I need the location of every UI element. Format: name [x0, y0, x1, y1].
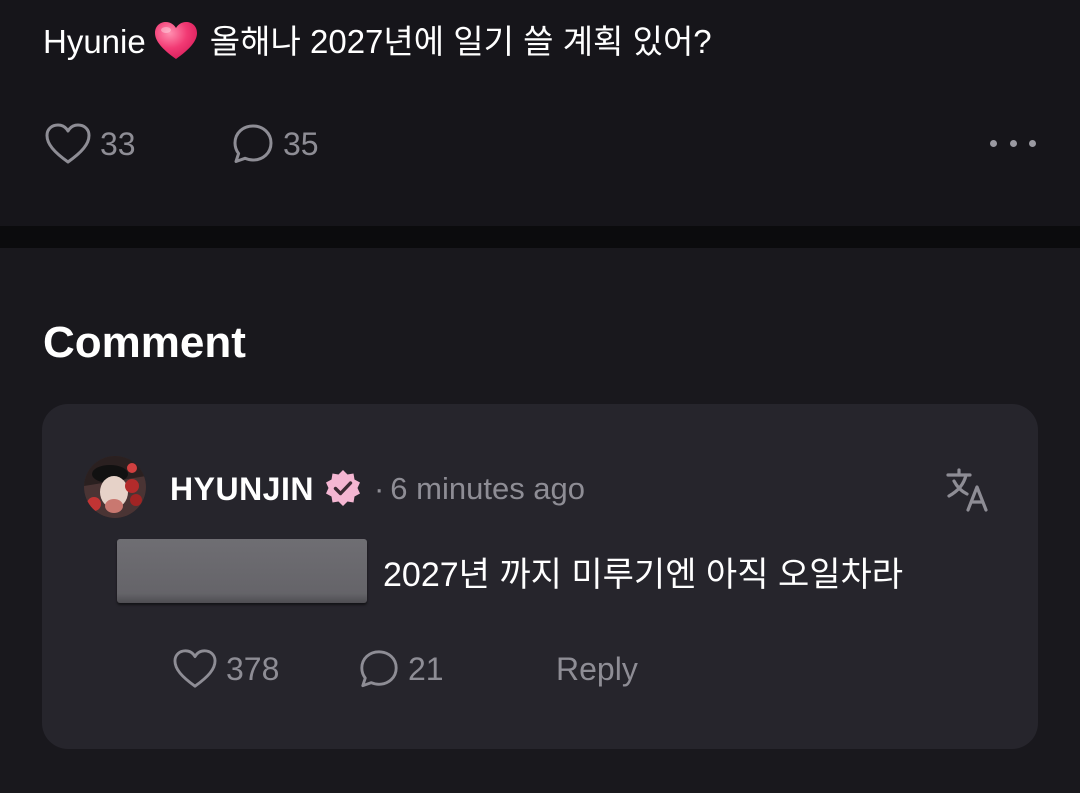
more-dots-icon [1029, 139, 1036, 147]
post-comment-count: 35 [283, 125, 319, 162]
comment-timestamp: 6 minutes ago [390, 471, 586, 506]
comment-like-count: 378 [226, 650, 280, 687]
post-actions: 33 35 [44, 118, 1036, 170]
comment-username[interactable]: HYUNJIN [170, 471, 314, 508]
comment-header: HYUNJIN · 6 minutes ago [170, 464, 585, 514]
verified-badge-icon [325, 470, 360, 506]
comment-body: 2027년 까지 미루기엔 아직 오일차라 [117, 538, 903, 604]
post: Hyunie 올해나 2027년에 일기 쓸 계획 있어? 33 35 [0, 0, 1080, 226]
comment-separator: · [373, 471, 385, 506]
more-dots-icon [990, 139, 997, 147]
post-text: Hyunie 올해나 2027년에 일기 쓸 계획 있어? [43, 18, 712, 74]
heart-emoji-icon [154, 21, 198, 74]
post-like-count: 33 [100, 125, 136, 162]
comment-section: Comment HYUNJIN · 6 minutes ago 2027년 까지… [0, 248, 1080, 793]
section-title: Comment [43, 318, 246, 367]
post-like-button[interactable]: 33 [44, 118, 136, 170]
post-body: 올해나 2027년에 일기 쓸 계획 있어? [209, 23, 712, 60]
comment-replies-button[interactable]: 21 [358, 644, 444, 694]
comment-actions: 378 21 Reply [172, 644, 692, 694]
heart-outline-icon [173, 649, 217, 688]
comment-text: 2027년 까지 미루기엔 아직 오일차라 [383, 555, 904, 594]
comment-like-button[interactable]: 378 [172, 644, 279, 694]
redacted-mention [117, 539, 367, 603]
post-author[interactable]: Hyunie [43, 23, 146, 60]
avatar[interactable] [84, 456, 146, 518]
speech-bubble-icon [360, 650, 398, 688]
comment-reply-count: 21 [408, 650, 444, 687]
translate-icon[interactable] [944, 466, 992, 514]
reply-button[interactable]: Reply [556, 644, 638, 694]
speech-bubble-icon [233, 124, 273, 163]
more-dots-icon [1009, 139, 1017, 147]
post-comment-button[interactable]: 35 [231, 118, 319, 170]
section-divider [0, 226, 1080, 248]
heart-outline-icon [45, 123, 91, 164]
comment-card: HYUNJIN · 6 minutes ago 2027년 까지 미루기엔 아직… [42, 404, 1038, 749]
more-options-button[interactable] [990, 128, 1036, 158]
